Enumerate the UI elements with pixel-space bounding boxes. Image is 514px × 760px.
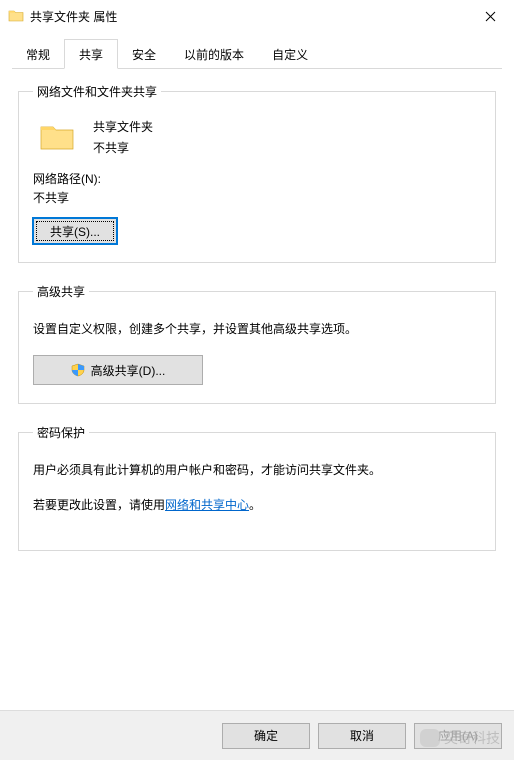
- tab-general[interactable]: 常规: [12, 40, 64, 68]
- folder-info-row: 共享文件夹 不共享: [39, 118, 481, 156]
- folder-icon: [8, 8, 24, 24]
- apply-button[interactable]: 应用(A): [414, 723, 502, 749]
- password-desc-2-post: 。: [249, 498, 261, 512]
- group-advanced-sharing: 高级共享 设置自定义权限，创建多个共享，并设置其他高级共享选项。 高级共享(D)…: [18, 283, 496, 404]
- tab-customize[interactable]: 自定义: [258, 40, 322, 68]
- password-desc-1: 用户必须具有此计算机的用户帐户和密码，才能访问共享文件夹。: [33, 461, 481, 480]
- dialog-buttons: 确定 取消 应用(A) 奕奇科技: [0, 710, 514, 760]
- tab-content: 网络文件和文件夹共享 共享文件夹 不共享 网络路径(N): 不共享 共享(S).…: [0, 69, 514, 581]
- share-status: 不共享: [93, 139, 153, 156]
- network-sharing-center-link[interactable]: 网络和共享中心: [165, 498, 249, 512]
- group-password-legend: 密码保护: [33, 424, 89, 441]
- share-button[interactable]: 共享(S)...: [33, 218, 117, 244]
- cancel-button[interactable]: 取消: [318, 723, 406, 749]
- folder-name: 共享文件夹: [93, 118, 153, 135]
- titlebar: 共享文件夹 属性: [0, 0, 514, 32]
- advanced-desc: 设置自定义权限，创建多个共享，并设置其他高级共享选项。: [33, 320, 481, 339]
- password-desc-2-pre: 若要更改此设置，请使用: [33, 498, 165, 512]
- tab-security[interactable]: 安全: [118, 40, 170, 68]
- shield-icon: [71, 363, 85, 377]
- tab-previous-versions[interactable]: 以前的版本: [170, 40, 258, 68]
- network-path-label: 网络路径(N):: [33, 170, 481, 187]
- ok-button[interactable]: 确定: [222, 723, 310, 749]
- group-network-legend: 网络文件和文件夹共享: [33, 83, 161, 100]
- window-title: 共享文件夹 属性: [30, 8, 470, 25]
- group-advanced-legend: 高级共享: [33, 283, 89, 300]
- tab-strip: 常规 共享 安全 以前的版本 自定义: [0, 32, 514, 68]
- tab-sharing[interactable]: 共享: [64, 39, 118, 69]
- folder-large-icon: [39, 121, 75, 153]
- advanced-sharing-button[interactable]: 高级共享(D)...: [33, 355, 203, 385]
- group-password-protection: 密码保护 用户必须具有此计算机的用户帐户和密码，才能访问共享文件夹。 若要更改此…: [18, 424, 496, 550]
- network-path-value: 不共享: [33, 189, 481, 206]
- advanced-sharing-button-label: 高级共享(D)...: [91, 362, 166, 379]
- close-button[interactable]: [470, 2, 510, 30]
- group-network-sharing: 网络文件和文件夹共享 共享文件夹 不共享 网络路径(N): 不共享 共享(S).…: [18, 83, 496, 263]
- password-desc-2: 若要更改此设置，请使用网络和共享中心。: [33, 496, 481, 515]
- close-icon: [485, 11, 496, 22]
- folder-info: 共享文件夹 不共享: [93, 118, 153, 156]
